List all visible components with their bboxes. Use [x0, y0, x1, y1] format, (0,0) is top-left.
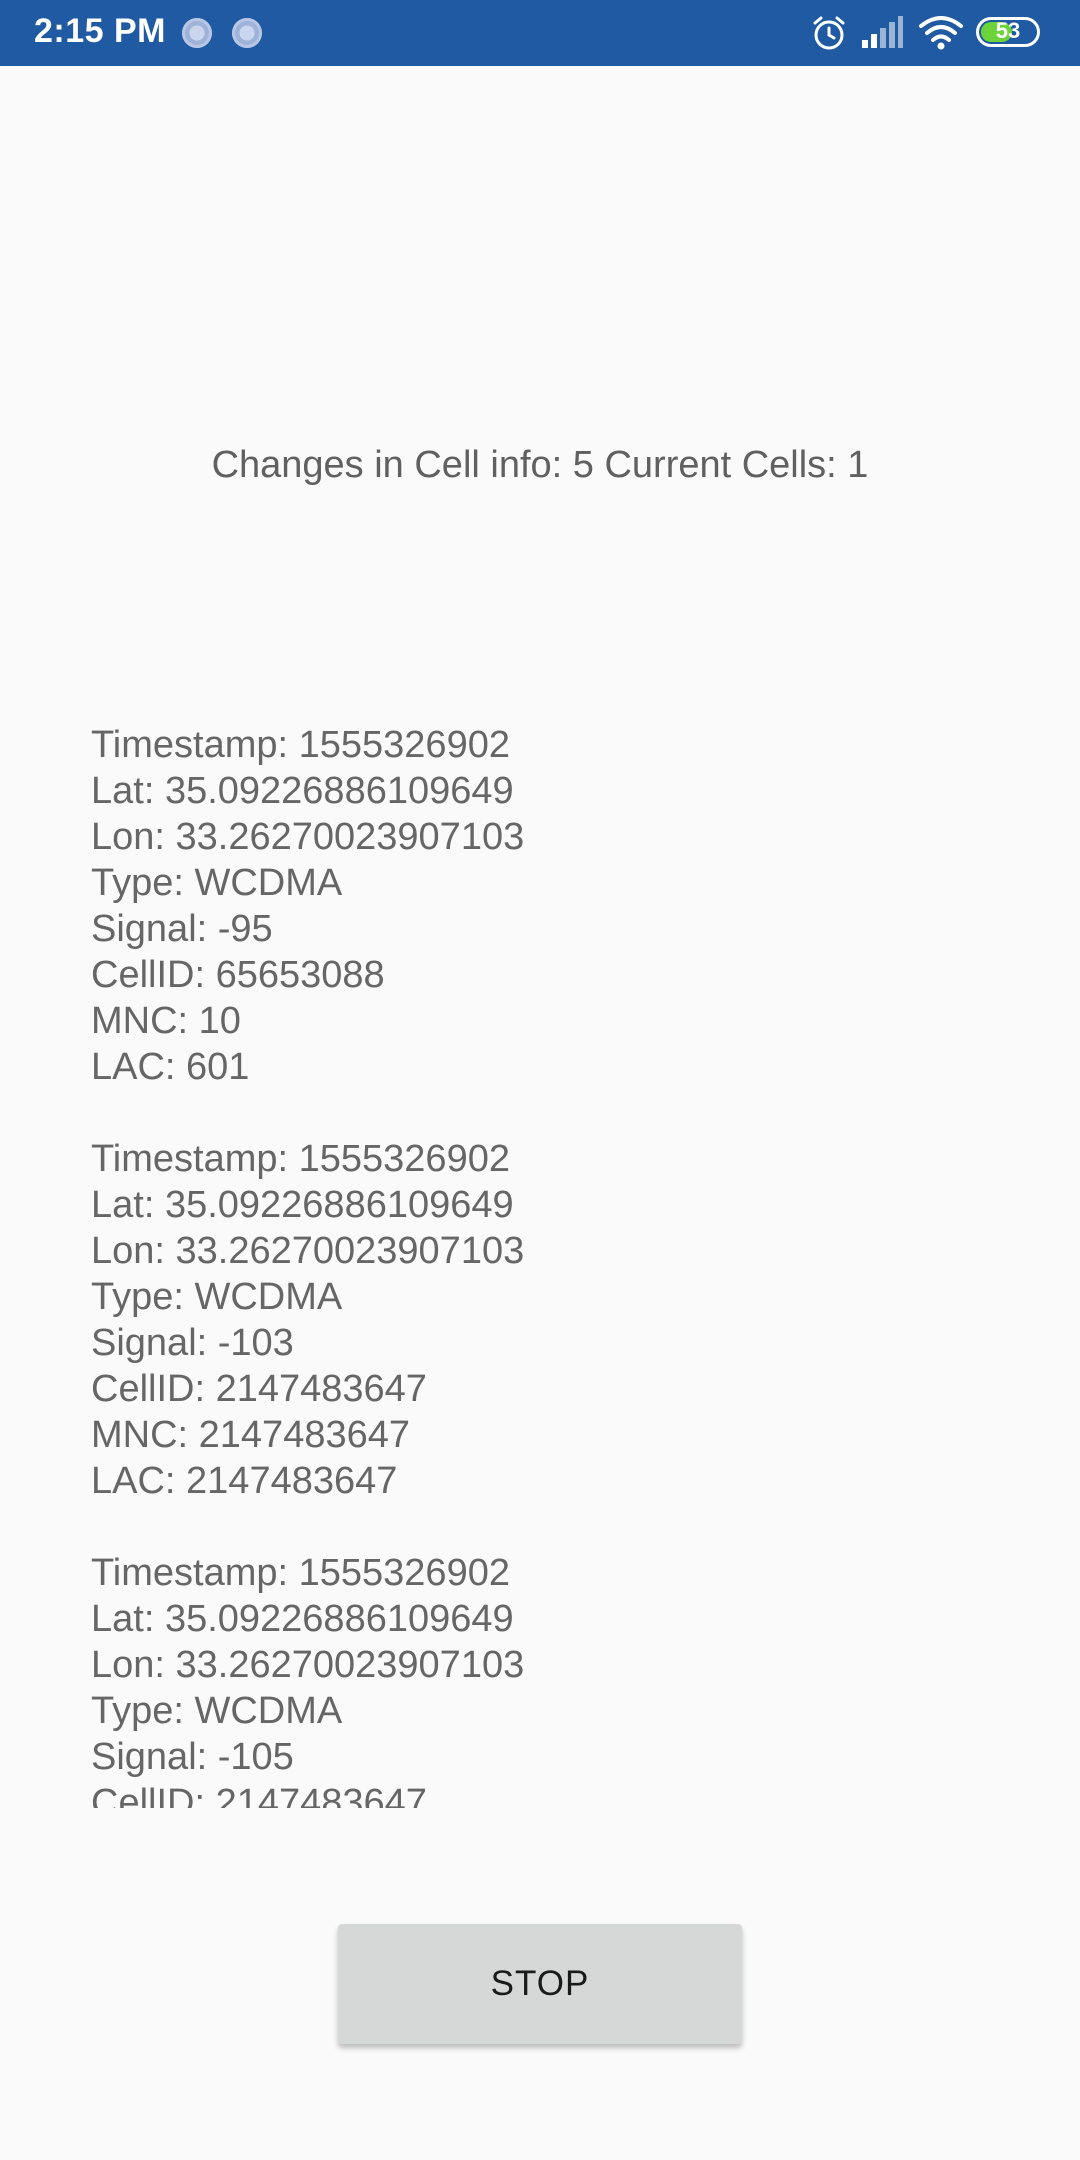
wifi-icon	[918, 14, 964, 55]
notification-dot-icon	[182, 18, 212, 48]
cell-info-summary: Changes in Cell info: 5 Current Cells: 1	[211, 444, 869, 486]
notification-dot-icon	[232, 18, 262, 48]
cell-log-text: Timestamp: 1555326902 Lat: 35.0922688610…	[91, 724, 525, 1808]
stop-button[interactable]: STOP	[338, 1924, 742, 2044]
alarm-icon	[810, 14, 848, 57]
battery-level: 53	[995, 18, 1021, 43]
status-time: 2:15 PM	[34, 12, 166, 50]
battery-icon: 53	[976, 17, 1040, 47]
status-bar: 2:15 PM 53	[0, 0, 1080, 66]
cell-log-scroll-area[interactable]: Timestamp: 1555326902 Lat: 35.0922688610…	[91, 722, 991, 1808]
cellular-signal-icon	[860, 16, 904, 55]
